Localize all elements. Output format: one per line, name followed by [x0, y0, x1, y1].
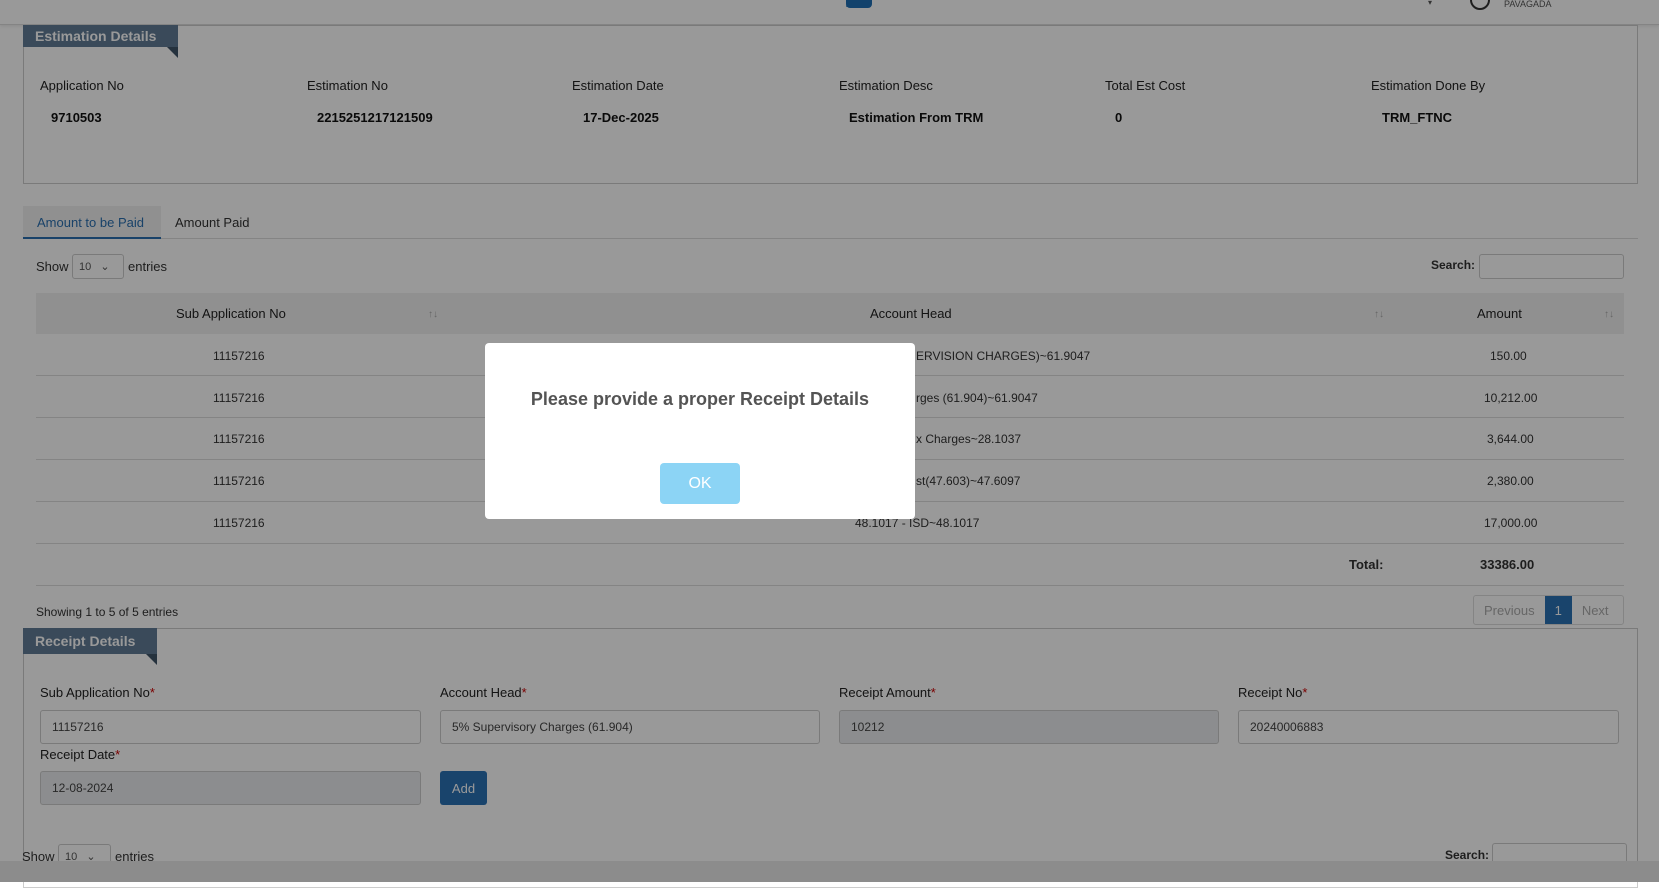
alert-message: Please provide a proper Receipt Details	[530, 389, 870, 409]
alert-dialog: Please provide a proper Receipt Details …	[485, 343, 915, 519]
ok-button[interactable]: OK	[660, 463, 740, 504]
